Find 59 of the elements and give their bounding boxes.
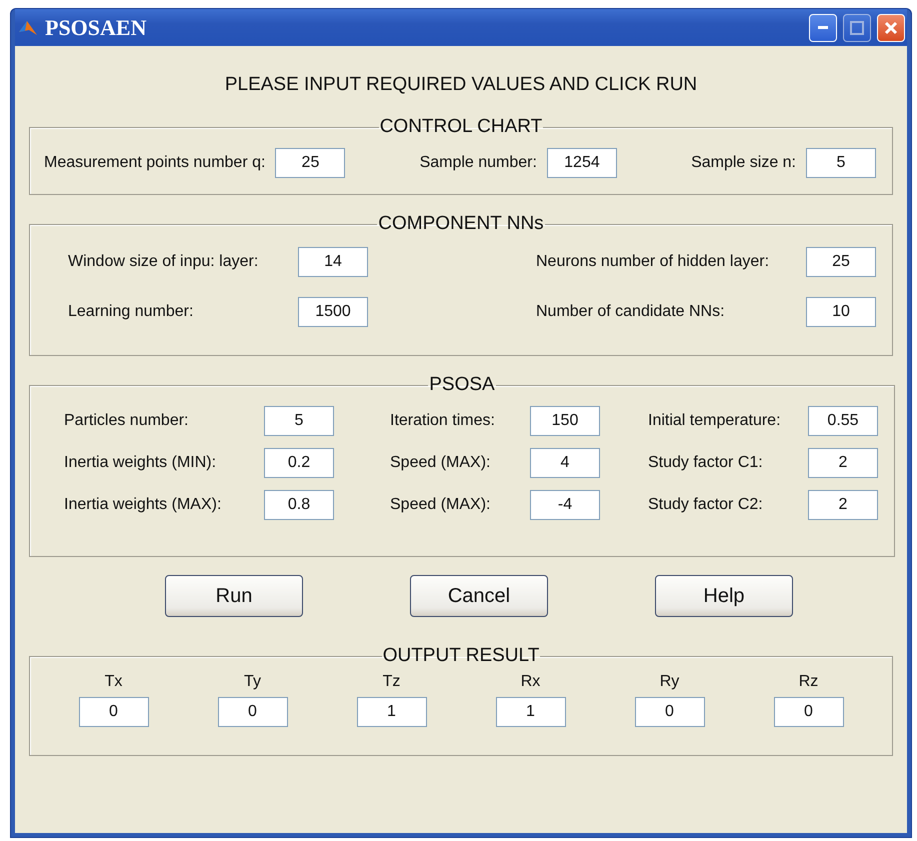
field-label: Inertia weights (MIN): [64,454,218,472]
input-field[interactable]: 0.8 [264,490,334,520]
field-label: Ty [244,673,261,691]
field-label: Tx [104,673,122,691]
field-label: Speed (MAX): [390,496,492,514]
input-field[interactable]: 2 [808,448,878,478]
field-label: Window size of inpu: layer: [68,253,260,271]
input-field[interactable]: 0 [774,697,844,727]
input-field[interactable]: 14 [298,247,368,277]
field-label: Number of candidate NNs: [536,303,726,321]
maximize-button[interactable] [843,14,871,42]
field-label: Particles number: [64,412,190,430]
section-title: COMPONENT NNs [377,213,545,235]
field-label: Neurons number of hidden layer: [536,253,770,271]
field-label: Ry [660,673,680,691]
input-field[interactable]: 0.55 [808,406,878,436]
input-field[interactable]: 4 [530,448,600,478]
input-field[interactable]: 25 [806,247,876,277]
field-label: Rz [798,673,818,691]
field-label: Learning number: [68,303,194,321]
maximize-icon [850,20,864,34]
field-label: Sample number: [420,154,537,172]
field-label: Speed (MAX): [390,454,492,472]
input-field[interactable]: -4 [530,490,600,520]
field-label: Measurement points number q: [44,154,266,172]
window-title: PSOSAEN [45,14,148,40]
input-field[interactable]: 1254 [546,148,617,178]
field-label: Rx [520,673,540,691]
field-label: Tz [382,673,400,691]
instruction-text: PLEASE INPUT REQUIRED VALUES AND CLICK RUN [224,74,698,96]
action-button[interactable]: Help [655,575,793,617]
input-field[interactable]: 25 [275,148,346,178]
input-field[interactable]: 10 [806,297,876,327]
input-field[interactable]: 0.2 [264,448,334,478]
section-title: PSOSA [428,374,496,396]
input-field[interactable]: 0 [634,697,704,727]
input-field[interactable]: 0 [218,697,288,727]
field-label: Initial temperature: [648,412,782,430]
field-label: Study factor C2: [648,496,764,514]
input-field[interactable]: 2 [808,490,878,520]
close-button[interactable] [877,14,905,42]
input-field[interactable]: 1 [356,697,426,727]
section-title: OUTPUT RESULT [382,645,540,667]
input-field[interactable]: 1 [496,697,566,727]
field-label: Study factor C1: [648,454,764,472]
input-field[interactable]: 5 [806,148,876,178]
action-button[interactable]: Run [165,575,303,617]
minimize-button[interactable] [809,14,837,42]
field-label: Inertia weights (MAX): [64,496,222,514]
section-title: CONTROL CHART [378,116,544,138]
input-field[interactable]: 5 [264,406,334,436]
input-field[interactable]: 1500 [298,297,368,327]
input-field[interactable]: 0 [78,697,148,727]
field-label: Iteration times: [390,412,496,430]
field-label: Sample size n: [691,154,796,172]
close-icon [884,20,898,34]
input-field[interactable]: 150 [530,406,600,436]
minimize-icon [818,26,828,30]
action-button[interactable]: Cancel [410,575,548,617]
